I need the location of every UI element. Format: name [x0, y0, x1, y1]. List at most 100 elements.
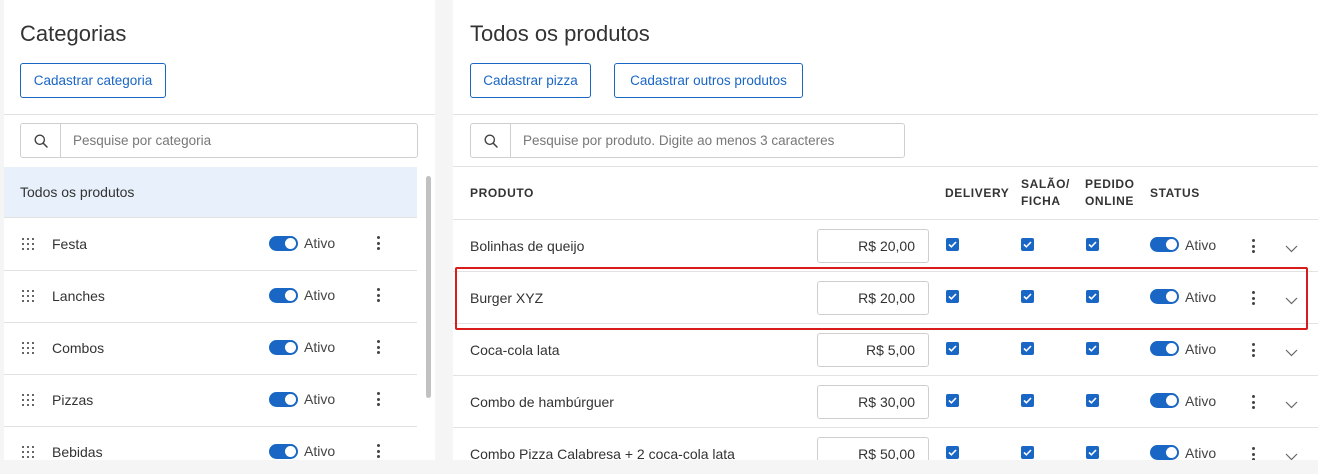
- category-status-label: Ativo: [304, 287, 336, 303]
- delivery-checkbox[interactable]: [946, 342, 959, 355]
- add-other-products-button[interactable]: Cadastrar outros produtos: [614, 63, 803, 98]
- category-status-label: Ativo: [304, 339, 336, 355]
- category-name: Combos: [52, 340, 105, 356]
- category-name: Festa: [52, 236, 88, 252]
- product-status-toggle[interactable]: [1150, 341, 1179, 356]
- category-row[interactable]: Pizzas Ativo: [4, 375, 417, 427]
- drag-handle-icon[interactable]: [22, 238, 35, 251]
- online-checkbox[interactable]: [1086, 238, 1099, 251]
- column-header-salao: SALÃO/ FICHA: [1021, 176, 1070, 210]
- add-category-button[interactable]: Cadastrar categoria: [20, 63, 166, 98]
- column-header-delivery: DELIVERY: [945, 186, 1010, 200]
- product-status-label: Ativo: [1185, 341, 1217, 357]
- chevron-down-icon[interactable]: [1285, 292, 1298, 310]
- category-scrollbar-thumb[interactable]: [426, 176, 431, 398]
- delivery-checkbox[interactable]: [946, 394, 959, 407]
- product-status-label: Ativo: [1185, 237, 1217, 253]
- search-icon: [471, 124, 511, 157]
- checkmark-icon: [948, 449, 957, 456]
- category-status-label: Ativo: [304, 391, 336, 407]
- category-status-toggle[interactable]: [269, 392, 298, 407]
- product-status-toggle[interactable]: [1150, 237, 1179, 252]
- category-status-toggle[interactable]: [269, 340, 298, 355]
- category-search-input[interactable]: [61, 124, 417, 157]
- checkmark-icon: [948, 241, 957, 248]
- checkmark-icon: [948, 345, 957, 352]
- drag-handle-icon[interactable]: [22, 446, 35, 459]
- salao-checkbox[interactable]: [1021, 394, 1034, 407]
- more-vertical-icon[interactable]: [1251, 343, 1255, 357]
- more-vertical-icon[interactable]: [376, 392, 380, 406]
- product-status-label: Ativo: [1185, 445, 1217, 460]
- more-vertical-icon[interactable]: [1251, 447, 1255, 460]
- chevron-down-icon[interactable]: [1285, 344, 1298, 362]
- salao-checkbox[interactable]: [1021, 238, 1034, 251]
- product-name: Combo Pizza Calabresa + 2 coca-cola lata: [470, 446, 735, 460]
- drag-handle-icon[interactable]: [22, 394, 35, 407]
- categories-title: Categorias: [20, 21, 127, 46]
- category-row[interactable]: Bebidas Ativo: [4, 427, 417, 460]
- price-input[interactable]: R$ 20,00: [817, 229, 929, 263]
- product-search[interactable]: [470, 123, 905, 158]
- category-row[interactable]: Festa Ativo: [4, 219, 417, 271]
- more-vertical-icon[interactable]: [1251, 239, 1255, 253]
- salao-checkbox[interactable]: [1021, 342, 1034, 355]
- table-row[interactable]: Combo Pizza Calabresa + 2 coca-cola lata…: [453, 428, 1318, 460]
- table-row[interactable]: Bolinhas de queijo R$ 20,00 Ativo: [453, 220, 1318, 272]
- add-pizza-button[interactable]: Cadastrar pizza: [470, 63, 591, 98]
- category-row[interactable]: Lanches Ativo: [4, 271, 417, 323]
- online-checkbox[interactable]: [1086, 446, 1099, 459]
- category-status-label: Ativo: [304, 235, 336, 251]
- price-input[interactable]: R$ 5,00: [817, 333, 929, 367]
- category-status-toggle[interactable]: [269, 288, 298, 303]
- salao-checkbox[interactable]: [1021, 446, 1034, 459]
- column-header-product: PRODUTO: [470, 186, 534, 200]
- delivery-checkbox[interactable]: [946, 446, 959, 459]
- category-all-products-label: Todos os produtos: [20, 184, 135, 200]
- delivery-checkbox[interactable]: [946, 238, 959, 251]
- divider: [453, 166, 1318, 167]
- online-checkbox[interactable]: [1086, 342, 1099, 355]
- product-name: Bolinhas de queijo: [470, 238, 585, 254]
- category-status-toggle[interactable]: [269, 236, 298, 251]
- more-vertical-icon[interactable]: [376, 288, 380, 302]
- product-status-toggle[interactable]: [1150, 393, 1179, 408]
- column-header-salao-line2: FICHA: [1021, 194, 1061, 208]
- checkmark-icon: [1023, 293, 1032, 300]
- more-vertical-icon[interactable]: [1251, 395, 1255, 409]
- checkmark-icon: [1088, 345, 1097, 352]
- product-status-toggle[interactable]: [1150, 445, 1179, 460]
- chevron-down-icon[interactable]: [1285, 240, 1298, 258]
- salao-checkbox[interactable]: [1021, 290, 1034, 303]
- table-row[interactable]: Combo de hambúrguer R$ 30,00 Ativo: [453, 376, 1318, 428]
- online-checkbox[interactable]: [1086, 290, 1099, 303]
- category-row[interactable]: Combos Ativo: [4, 323, 417, 375]
- more-vertical-icon[interactable]: [1251, 291, 1255, 305]
- divider: [4, 114, 435, 115]
- table-row[interactable]: Burger XYZ R$ 20,00 Ativo: [453, 272, 1318, 324]
- table-row[interactable]: Coca-cola lata R$ 5,00 Ativo: [453, 324, 1318, 376]
- chevron-down-icon[interactable]: [1285, 448, 1298, 460]
- more-vertical-icon[interactable]: [376, 444, 380, 458]
- category-status-toggle[interactable]: [269, 444, 298, 459]
- product-status-toggle[interactable]: [1150, 289, 1179, 304]
- price-input[interactable]: R$ 30,00: [817, 385, 929, 419]
- price-input[interactable]: R$ 50,00: [817, 437, 929, 460]
- category-search[interactable]: [20, 123, 418, 158]
- online-checkbox[interactable]: [1086, 394, 1099, 407]
- more-vertical-icon[interactable]: [376, 236, 380, 250]
- more-vertical-icon[interactable]: [376, 340, 380, 354]
- products-title: Todos os produtos: [470, 21, 650, 46]
- product-name: Combo de hambúrguer: [470, 394, 614, 410]
- category-all-products[interactable]: Todos os produtos: [4, 167, 417, 218]
- product-search-input[interactable]: [511, 124, 904, 157]
- checkmark-icon: [1088, 293, 1097, 300]
- categories-panel: Categorias Cadastrar categoria Todos os …: [4, 0, 435, 460]
- category-name: Bebidas: [52, 444, 103, 460]
- checkmark-icon: [1023, 449, 1032, 456]
- chevron-down-icon[interactable]: [1285, 396, 1298, 414]
- price-input[interactable]: R$ 20,00: [817, 281, 929, 315]
- drag-handle-icon[interactable]: [22, 342, 35, 355]
- delivery-checkbox[interactable]: [946, 290, 959, 303]
- drag-handle-icon[interactable]: [22, 290, 35, 303]
